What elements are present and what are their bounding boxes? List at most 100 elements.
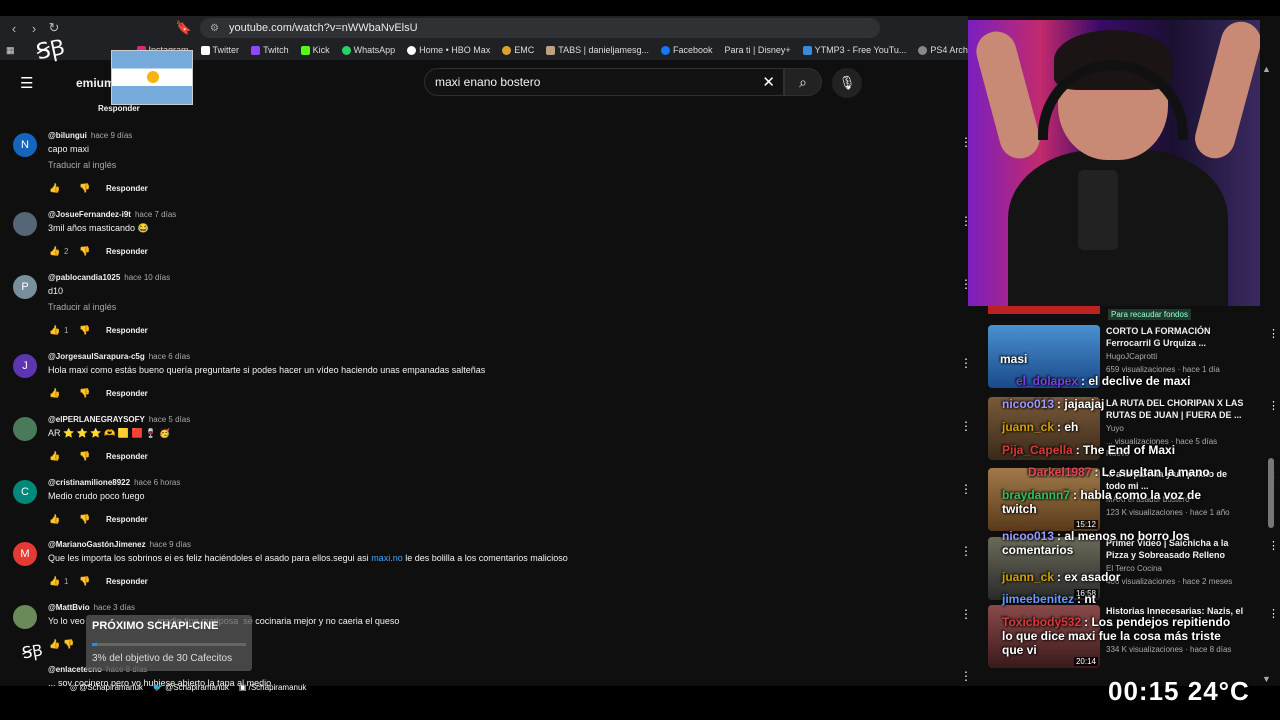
video-title[interactable]: LA RUTA DEL CHORIPAN X LAS RUTAS DE JUAN… bbox=[1106, 397, 1246, 421]
reply-button[interactable]: Responder bbox=[106, 577, 148, 586]
video-meta: 659 visualizaciones · hace 1 día bbox=[1106, 365, 1220, 374]
bookmark-twitch[interactable]: Twitch bbox=[251, 45, 289, 55]
bookmark-tabs[interactable]: TABS | danieljamesg... bbox=[546, 45, 649, 55]
more-options-icon[interactable]: ⋮ bbox=[1268, 327, 1279, 340]
comment-author[interactable]: @JorgesaulSarapura-c5g hace 6 días bbox=[48, 352, 190, 361]
bookmark-ps4[interactable]: PS4 Archives - Dow... bbox=[918, 45, 968, 55]
thumbs-up-icon[interactable]: 👍 bbox=[48, 450, 62, 462]
comment-text: d10 bbox=[48, 286, 64, 296]
reply-button[interactable]: Responder bbox=[106, 389, 148, 398]
video-meta: 406 visualizaciones · hace 2 meses bbox=[1106, 577, 1233, 586]
reply-button[interactable]: Responder bbox=[106, 184, 148, 193]
bookmark-disney[interactable]: Para ti | Disney+ bbox=[725, 45, 791, 55]
reply-button[interactable]: Responder bbox=[106, 326, 148, 335]
more-options-icon[interactable]: ⋮ bbox=[1268, 607, 1279, 620]
thumbs-up-icon[interactable]: 👍 bbox=[48, 513, 62, 525]
comment-author[interactable]: @MattBvio hace 3 días bbox=[48, 603, 135, 612]
bookmark-icon[interactable]: 🔖 bbox=[174, 18, 194, 38]
thumbs-down-icon[interactable]: 👎 bbox=[78, 324, 92, 336]
scrollbar[interactable] bbox=[1268, 458, 1274, 528]
thumbs-down-icon[interactable]: 👎 bbox=[78, 245, 92, 257]
comment-text: AR ⭐ ⭐ ⭐ 🫶 🟨 🟥 🍷 🥳 bbox=[48, 428, 171, 438]
video-channel[interactable]: HugoJCaprotti bbox=[1106, 352, 1157, 361]
chat-message: masi bbox=[1000, 352, 1028, 366]
thumbs-up-icon[interactable]: 👍 bbox=[48, 245, 62, 257]
comment-author[interactable]: @pablocandia1025 hace 10 días bbox=[48, 273, 170, 282]
search-button[interactable]: ⌕ bbox=[784, 68, 822, 96]
chevron-down-icon[interactable]: ▼ bbox=[1262, 674, 1271, 684]
bookmark-ytmp3[interactable]: YTMP3 - Free YouTu... bbox=[802, 45, 906, 55]
reply-button[interactable]: Responder bbox=[98, 104, 140, 113]
thumbs-down-icon[interactable]: 👎 bbox=[78, 182, 92, 194]
comment-author[interactable]: @elPERLANEGRAYSOFY hace 5 días bbox=[48, 415, 190, 424]
chat-message: juann_ck: eh bbox=[1002, 420, 1079, 434]
thumbs-up-icon[interactable]: 👍 bbox=[48, 387, 62, 399]
comment-time[interactable]: hace 9 días bbox=[91, 131, 132, 140]
reply-button[interactable]: Responder bbox=[106, 452, 148, 461]
more-options-icon[interactable]: ⋮ bbox=[960, 482, 968, 496]
thumbs-down-icon[interactable]: 👎 bbox=[78, 387, 92, 399]
bookmark-whatsapp[interactable]: WhatsApp bbox=[341, 45, 395, 55]
comment-time[interactable]: hace 5 días bbox=[149, 415, 190, 424]
more-options-icon[interactable]: ⋮ bbox=[960, 419, 968, 433]
argentina-flag-overlay bbox=[111, 50, 193, 105]
avatar[interactable]: M bbox=[13, 542, 37, 566]
comment-actions: 👍 👎 Responder bbox=[48, 450, 148, 462]
menu-icon[interactable]: ☰ bbox=[20, 74, 33, 92]
chevron-up-icon[interactable]: ▲ bbox=[1262, 64, 1271, 74]
close-icon[interactable]: ✕ bbox=[762, 73, 775, 91]
thumbs-down-icon[interactable]: 👎 bbox=[62, 638, 76, 650]
more-options-icon[interactable]: ⋮ bbox=[1268, 539, 1279, 552]
thumbs-up-icon[interactable]: 👍 bbox=[48, 182, 62, 194]
address-bar[interactable]: ⚙ youtube.com/watch?v=nWWbaNvElsU bbox=[200, 18, 880, 38]
more-options-icon[interactable]: ⋮ bbox=[1268, 399, 1279, 412]
avatar[interactable] bbox=[13, 212, 37, 236]
bookmark-twitter[interactable]: Twitter bbox=[200, 45, 239, 55]
more-options-icon[interactable]: ⋮ bbox=[960, 135, 968, 149]
more-options-icon[interactable]: ⋮ bbox=[960, 607, 968, 621]
bookmark-kick[interactable]: Kick bbox=[300, 45, 330, 55]
reply-button[interactable]: Responder bbox=[106, 247, 148, 256]
comment-time[interactable]: hace 6 días bbox=[149, 352, 190, 361]
comment-time[interactable]: hace 10 días bbox=[124, 273, 170, 282]
more-options-icon[interactable]: ⋮ bbox=[960, 214, 968, 228]
mention-link[interactable]: maxi.no bbox=[371, 553, 403, 563]
back-icon[interactable]: ‹ bbox=[4, 18, 24, 38]
site-info-icon[interactable]: ⚙ bbox=[210, 23, 219, 34]
avatar[interactable] bbox=[13, 417, 37, 441]
more-options-icon[interactable]: ⋮ bbox=[960, 544, 968, 558]
translate-link[interactable]: Traducir al inglés bbox=[48, 160, 116, 170]
more-options-icon[interactable]: ⋮ bbox=[960, 277, 968, 291]
video-channel[interactable]: Yuyo bbox=[1106, 424, 1124, 433]
video-title[interactable]: CORTO LA FORMACIÓN Ferrocarril G Urquiza… bbox=[1106, 325, 1246, 349]
search-input[interactable]: maxi enano bostero ✕ bbox=[424, 68, 784, 96]
avatar[interactable] bbox=[13, 605, 37, 629]
comment-time[interactable]: hace 3 días bbox=[94, 603, 135, 612]
comment-time[interactable]: hace 9 días bbox=[150, 540, 191, 549]
avatar[interactable]: N bbox=[13, 133, 37, 157]
thumbs-down-icon[interactable]: 👎 bbox=[78, 575, 92, 587]
reply-button[interactable]: Responder bbox=[106, 515, 148, 524]
more-options-icon[interactable]: ⋮ bbox=[960, 669, 968, 683]
comment-author[interactable]: @JosueFernandez-i9t hace 7 días bbox=[48, 210, 176, 219]
apps-icon[interactable]: ▦ bbox=[6, 45, 15, 56]
comment-author[interactable]: @MarianoGastónJimenez hace 9 días bbox=[48, 540, 191, 549]
thumbs-down-icon[interactable]: 👎 bbox=[78, 513, 92, 525]
thumbs-down-icon[interactable]: 👎 bbox=[78, 450, 92, 462]
bookmark-hbo[interactable]: Home • HBO Max bbox=[407, 45, 490, 55]
thumbs-up-icon[interactable]: 👍 bbox=[48, 324, 62, 336]
top-video-progress bbox=[988, 306, 1100, 314]
comment-time[interactable]: hace 6 horas bbox=[134, 478, 180, 487]
bookmark-emc[interactable]: EMC bbox=[502, 45, 534, 55]
more-options-icon[interactable]: ⋮ bbox=[960, 356, 968, 370]
microphone-button[interactable]: 🎙 bbox=[832, 68, 862, 98]
translate-link[interactable]: Traducir al inglés bbox=[48, 302, 116, 312]
avatar[interactable]: C bbox=[13, 480, 37, 504]
comment-author[interactable]: @bilungui hace 9 días bbox=[48, 131, 132, 140]
comment-time[interactable]: hace 7 días bbox=[135, 210, 176, 219]
comment-author[interactable]: @cristinamilione8922 hace 6 horas bbox=[48, 478, 180, 487]
avatar[interactable]: P bbox=[13, 275, 37, 299]
thumbs-up-icon[interactable]: 👍 bbox=[48, 575, 62, 587]
avatar[interactable]: J bbox=[13, 354, 37, 378]
bookmark-facebook[interactable]: Facebook bbox=[661, 45, 713, 55]
